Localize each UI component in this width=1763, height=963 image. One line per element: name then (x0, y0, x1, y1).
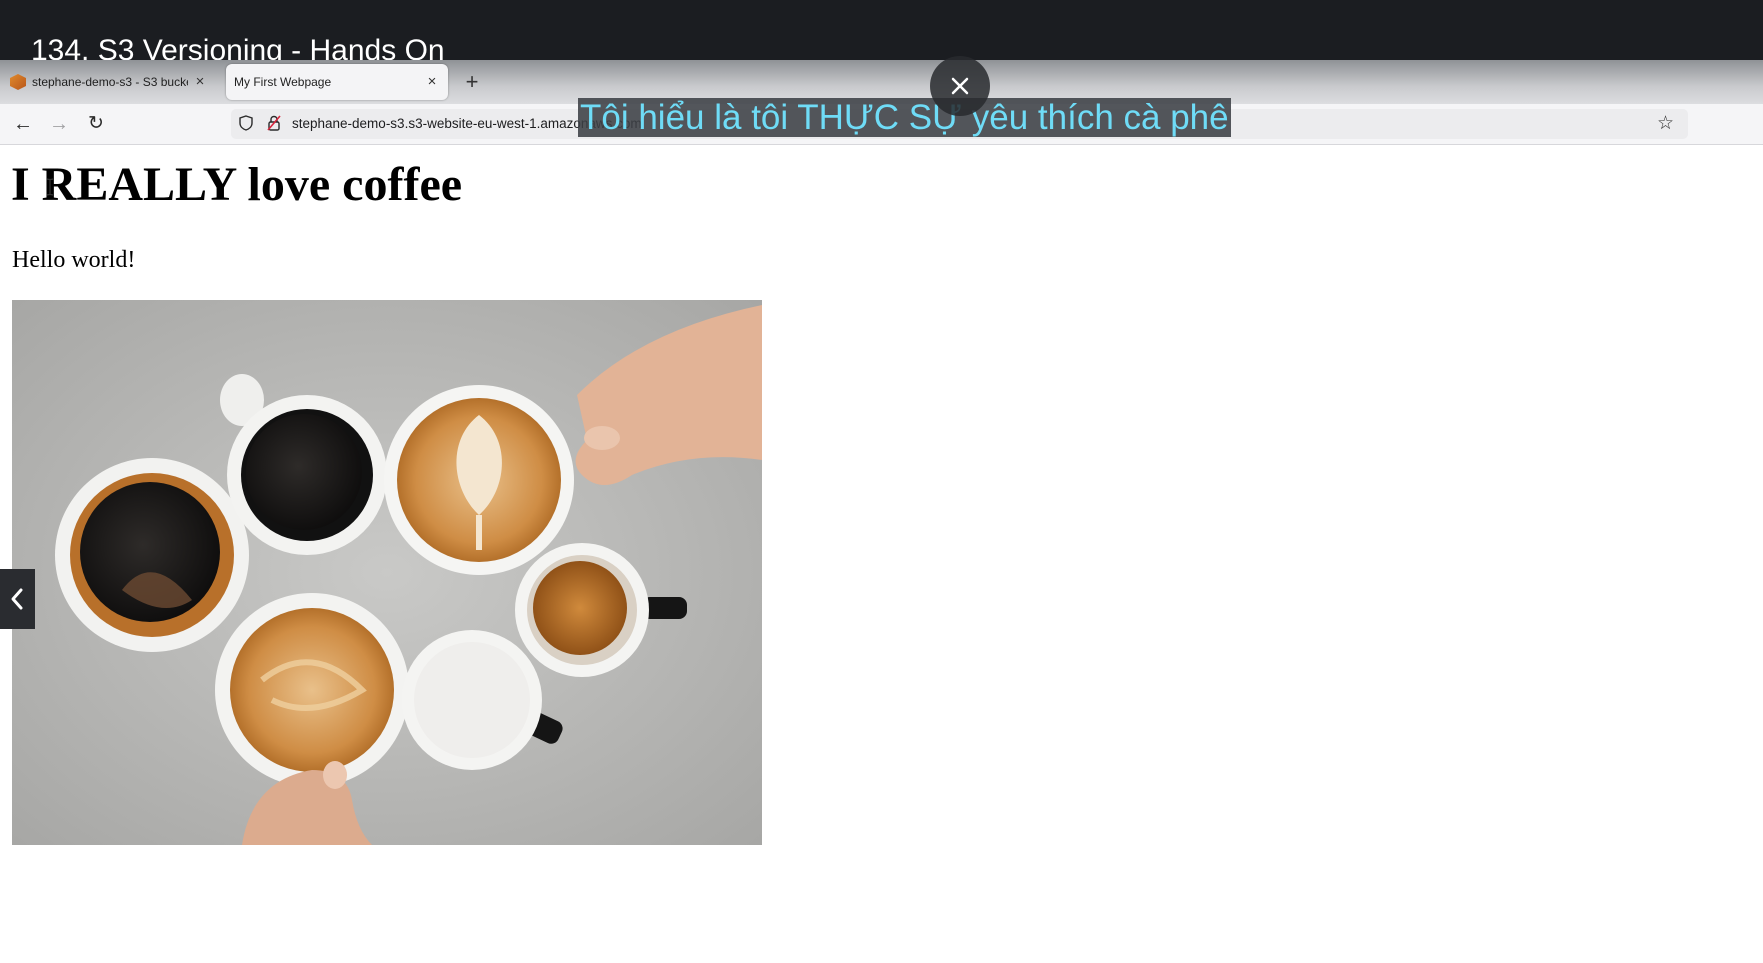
insecure-lock-icon (267, 115, 281, 131)
new-tab-button[interactable]: + (458, 68, 486, 96)
text-cursor-icon (46, 178, 54, 196)
tab-label: stephane-demo-s3 - S3 bucket (32, 75, 188, 89)
page-paragraph: Hello world! (12, 247, 136, 273)
arrow-right-icon: → (49, 113, 69, 135)
bookmark-star-icon[interactable]: ☆ (1657, 113, 1674, 135)
plus-icon: + (465, 69, 479, 94)
shield-icon (239, 115, 253, 131)
close-overlay-button[interactable] (930, 56, 990, 116)
reload-button[interactable]: ↻ (82, 110, 110, 138)
tab-my-first-webpage[interactable]: My First Webpage × (226, 64, 448, 100)
chevron-left-icon (11, 588, 23, 610)
forward-button[interactable]: → (45, 110, 73, 138)
arrow-left-icon: ← (13, 113, 33, 135)
close-icon (951, 77, 969, 95)
reload-icon: ↻ (88, 113, 104, 134)
subtitle-caption: Tôi hiểu là tôi THỰC SỰ yêu thích cà phê (578, 98, 1231, 137)
aws-s3-icon (10, 74, 26, 90)
back-button[interactable]: ← (9, 110, 37, 138)
page-heading: I REALLY love coffee (11, 158, 463, 211)
web-page-content: I REALLY love coffee Hello world! (0, 145, 1763, 963)
close-tab-icon[interactable]: × (192, 74, 208, 90)
tab-s3-bucket[interactable]: stephane-demo-s3 - S3 bucket × (6, 64, 216, 100)
tab-label: My First Webpage (234, 75, 332, 89)
video-title-bar: 134. S3 Versioning - Hands On (0, 0, 1763, 67)
coffee-cups-photo (12, 300, 762, 845)
close-tab-icon[interactable]: × (424, 74, 440, 90)
previous-slide-button[interactable] (0, 569, 35, 629)
